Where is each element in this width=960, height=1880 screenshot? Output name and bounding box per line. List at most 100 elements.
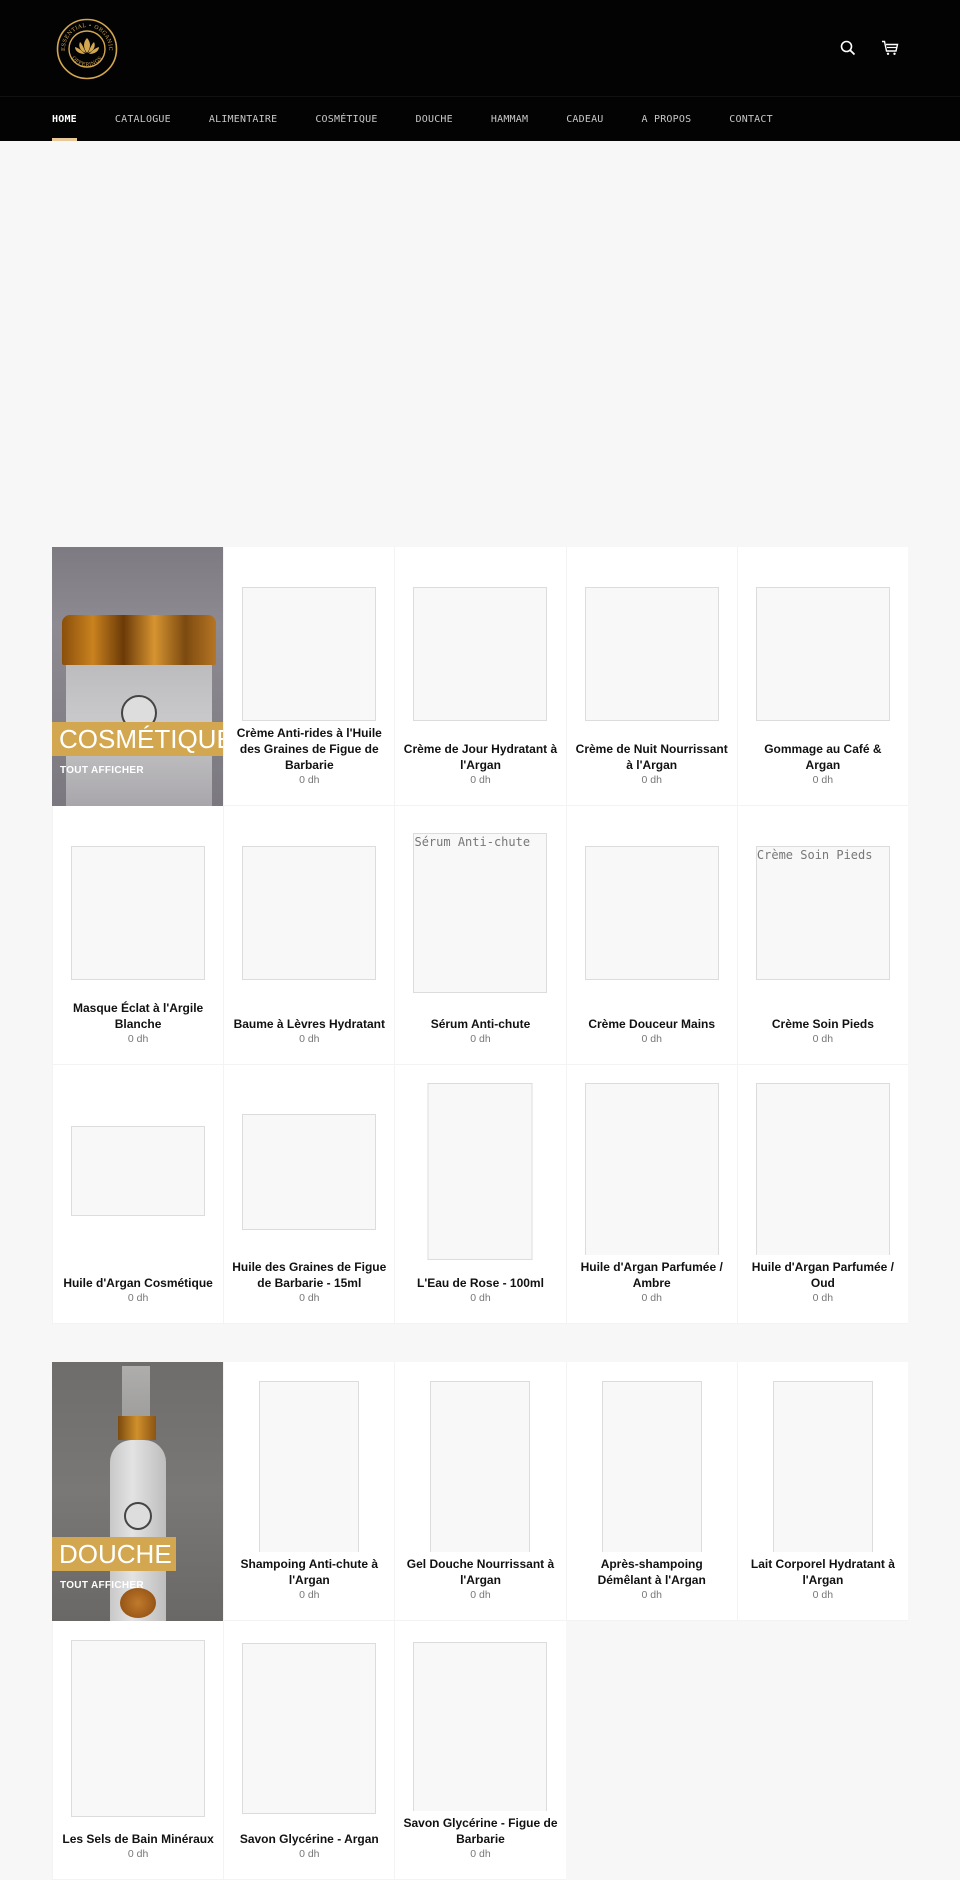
product-price: 0 dh (470, 774, 491, 786)
product-card[interactable]: Huile d'Argan Cosmétique 0 dh (52, 1065, 224, 1324)
product-card[interactable]: Crème Anti-rides à l'Huile des Graines d… (223, 547, 395, 806)
product-image-placeholder (772, 1381, 873, 1552)
product-card[interactable]: Crème de Jour Hydratant à l'Argan 0 dh (394, 547, 566, 806)
product-title: Crème de Jour Hydratant à l'Argan (403, 742, 558, 772)
product-title: Huile d'Argan Cosmétique (63, 1276, 213, 1290)
product-price: 0 dh (641, 1033, 662, 1045)
product-price: 0 dh (641, 774, 662, 786)
product-image-placeholder (755, 587, 890, 721)
nav-item-home[interactable]: HOME (52, 97, 77, 141)
product-image-placeholder (71, 1126, 206, 1216)
nav-link[interactable]: ALIMENTAIRE (209, 114, 277, 125)
view-all-link[interactable]: TOUT AFFICHER (60, 1580, 144, 1591)
product-price: 0 dh (299, 1589, 320, 1601)
product-card[interactable]: Les Sels de Bain Minéraux 0 dh (52, 1621, 224, 1880)
product-price: 0 dh (127, 1848, 149, 1860)
nav-link[interactable]: COSMÉTIQUE (315, 114, 377, 125)
product-price: 0 dh (299, 1848, 320, 1860)
product-title: Shampoing Anti-chute à l'Argan (240, 1557, 379, 1587)
product-price: 0 dh (812, 1033, 834, 1045)
search-icon[interactable] (838, 38, 858, 58)
cart-icon[interactable] (880, 38, 900, 58)
product-card[interactable]: Baume à Lèvres Hydratant 0 dh (223, 806, 395, 1065)
product-image-placeholder (584, 846, 719, 980)
nav-link[interactable]: HAMMAM (491, 114, 528, 125)
product-price: 0 dh (812, 1292, 834, 1304)
product-card[interactable]: Masque Éclat à l'Argile Blanche 0 dh (52, 806, 224, 1065)
product-card[interactable]: Crème Douceur Mains 0 dh (565, 806, 737, 1065)
product-title: Les Sels de Bain Minéraux (62, 1832, 214, 1846)
product-title: Savon Glycérine - Argan (239, 1832, 379, 1846)
collection-feature-tile[interactable]: COSMÉTIQUE TOUT AFFICHER (52, 547, 224, 806)
product-title: Gel Douche Nourrissant à l'Argan (406, 1557, 555, 1587)
product-image-placeholder (584, 587, 719, 721)
main-nav: HOME CATALOGUE ALIMENTAIRE COSMÉTIQUE DO… (0, 97, 960, 141)
collection-title: DOUCHE (52, 1537, 176, 1571)
nav-item-cosmetique[interactable]: COSMÉTIQUE (315, 97, 377, 141)
brand-logo[interactable]: ESSENTIAL • ORGANIC OFFERINGS (56, 18, 118, 80)
product-card[interactable]: Gel Douche Nourrissant à l'Argan 0 dh (394, 1362, 566, 1621)
nav-item-douche[interactable]: DOUCHE (416, 97, 453, 141)
product-title: Après-shampoing Démêlant à l'Argan (597, 1557, 706, 1587)
product-card[interactable]: Huile d'Argan Parfumée / Oud 0 dh (736, 1065, 908, 1324)
collection-feature-tile[interactable]: DOUCHE TOUT AFFICHER (52, 1362, 224, 1621)
nav-item-cadeau[interactable]: CADEAU (566, 97, 603, 141)
product-price: 0 dh (470, 1033, 491, 1045)
product-image-placeholder (259, 1381, 360, 1552)
nav-item-hammam[interactable]: HAMMAM (491, 97, 528, 141)
product-image-placeholder (601, 1381, 702, 1552)
product-price: 0 dh (641, 1292, 662, 1304)
product-image-placeholder (584, 1083, 719, 1255)
product-price: 0 dh (127, 1292, 149, 1304)
product-card[interactable]: Huile des Graines de Figue de Barbarie -… (223, 1065, 395, 1324)
nav-link[interactable]: CADEAU (566, 114, 603, 125)
product-title: Crème Soin Pieds (771, 1017, 874, 1031)
product-image-placeholder (71, 1640, 206, 1817)
product-card[interactable]: Crème Soin Pieds Crème Soin Pieds 0 dh (736, 806, 908, 1065)
product-image-placeholder: Crème Soin Pieds (755, 846, 890, 980)
fruit-graphic (120, 1588, 156, 1618)
view-all-link[interactable]: TOUT AFFICHER (60, 765, 144, 776)
product-card[interactable]: Gommage au Café & Argan 0 dh (736, 547, 908, 806)
product-title: Huile d'Argan Parfumée / Oud (751, 1260, 894, 1290)
product-card[interactable]: Sérum Anti-chute Sérum Anti-chute 0 dh (394, 806, 566, 1065)
header-actions (838, 38, 900, 58)
nav-item-contact[interactable]: CONTACT (729, 97, 773, 141)
product-card[interactable]: Savon Glycérine - Figue de Barbarie 0 dh (394, 1621, 566, 1880)
product-image-placeholder (71, 846, 206, 980)
nav-link[interactable]: CATALOGUE (115, 114, 171, 125)
nav-link[interactable]: DOUCHE (416, 114, 453, 125)
collection-cosmetique: COSMÉTIQUE TOUT AFFICHER Crème Anti-ride… (52, 547, 908, 1324)
product-image-placeholder (413, 587, 548, 721)
product-card[interactable]: Crème de Nuit Nourrissant à l'Argan 0 dh (565, 547, 737, 806)
product-price: 0 dh (470, 1589, 491, 1601)
product-card[interactable]: Savon Glycérine - Argan 0 dh (223, 1621, 395, 1880)
nav-item-a-propos[interactable]: A PROPOS (642, 97, 692, 141)
product-price: 0 dh (812, 774, 834, 786)
collection-douche: DOUCHE TOUT AFFICHER Shampoing Anti-chut… (52, 1362, 908, 1880)
hero-banner-placeholder (0, 141, 960, 547)
product-title: Baume à Lèvres Hydratant (233, 1017, 385, 1031)
product-price: 0 dh (299, 1033, 320, 1045)
product-price: 0 dh (812, 1589, 834, 1601)
product-card[interactable]: Après-shampoing Démêlant à l'Argan 0 dh (565, 1362, 737, 1621)
product-title: Lait Corporel Hydratant à l'Argan (750, 1557, 895, 1587)
product-price: 0 dh (299, 1292, 320, 1304)
nav-item-catalogue[interactable]: CATALOGUE (115, 97, 171, 141)
product-title: Crème Anti-rides à l'Huile des Graines d… (236, 726, 382, 772)
product-card[interactable]: L'Eau de Rose - 100ml 0 dh (394, 1065, 566, 1324)
product-title: Masque Éclat à l'Argile Blanche (72, 1001, 204, 1031)
product-image-placeholder (755, 1083, 890, 1255)
product-image-placeholder (413, 1642, 548, 1811)
nav-link[interactable]: CONTACT (729, 114, 773, 125)
product-card[interactable]: Shampoing Anti-chute à l'Argan 0 dh (223, 1362, 395, 1621)
nav-link[interactable]: HOME (52, 114, 77, 125)
product-price: 0 dh (470, 1848, 491, 1860)
product-title: Huile des Graines de Figue de Barbarie -… (232, 1260, 387, 1290)
bottle-pump-graphic (122, 1366, 150, 1416)
nav-item-alimentaire[interactable]: ALIMENTAIRE (209, 97, 277, 141)
product-card[interactable]: Lait Corporel Hydratant à l'Argan 0 dh (736, 1362, 908, 1621)
product-card[interactable]: Huile d'Argan Parfumée / Ambre 0 dh (565, 1065, 737, 1324)
nav-link[interactable]: A PROPOS (642, 114, 692, 125)
product-title: Savon Glycérine - Figue de Barbarie (403, 1816, 558, 1846)
